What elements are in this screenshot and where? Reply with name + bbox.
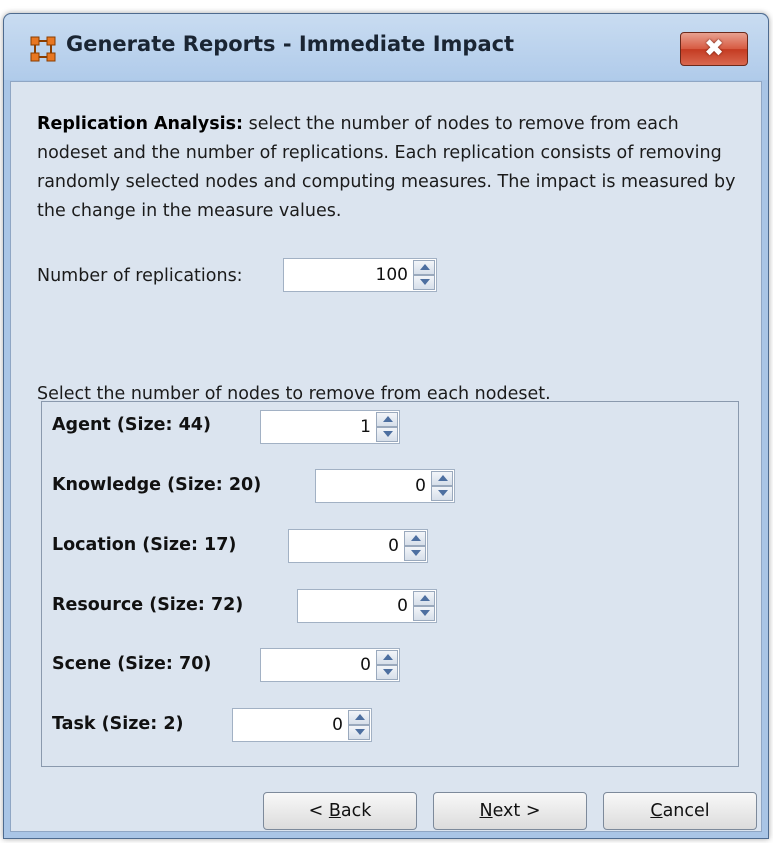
next-mnemonic: N xyxy=(479,801,493,821)
arrow-down-icon[interactable] xyxy=(413,275,435,290)
arrow-down-icon[interactable] xyxy=(404,546,426,561)
back-button[interactable]: < Back xyxy=(263,792,417,830)
nodeset-label-task: Task (Size: 2) xyxy=(52,714,184,734)
back-prefix: < xyxy=(308,801,329,821)
window-title: Generate Reports - Immediate Impact xyxy=(66,32,515,56)
arrow-down-icon[interactable] xyxy=(348,725,370,740)
spinner-value[interactable]: 0 xyxy=(397,590,408,622)
replications-value[interactable]: 100 xyxy=(376,259,408,291)
next-button[interactable]: Next > xyxy=(433,792,587,830)
arrow-up-icon[interactable] xyxy=(431,471,453,486)
arrow-up-icon[interactable] xyxy=(348,710,370,725)
close-icon: ✖ xyxy=(703,34,725,62)
spinner-value[interactable]: 1 xyxy=(360,411,371,443)
description-text: Replication Analysis: select the number … xyxy=(37,110,737,226)
arrow-down-icon[interactable] xyxy=(413,606,435,621)
dialog-window: Generate Reports - Immediate Impact ✖ Re… xyxy=(3,13,769,839)
arrow-up-icon[interactable] xyxy=(404,531,426,546)
title-bar[interactable]: Generate Reports - Immediate Impact ✖ xyxy=(4,14,768,80)
arrow-down-icon[interactable] xyxy=(431,486,453,501)
nodeset-label-agent: Agent (Size: 44) xyxy=(52,415,211,435)
dialog-content: Replication Analysis: select the number … xyxy=(10,81,762,832)
arrow-up-icon[interactable] xyxy=(413,260,435,275)
back-mnemonic: B xyxy=(328,801,341,821)
close-button[interactable]: ✖ xyxy=(680,32,748,66)
spinner-value[interactable]: 0 xyxy=(415,470,426,502)
back-label-rest: ack xyxy=(340,801,372,821)
nodeset-spinner-resource[interactable]: 0 xyxy=(297,589,437,623)
spinner-value[interactable]: 0 xyxy=(332,709,343,741)
nodeset-label-scene: Scene (Size: 70) xyxy=(52,654,212,674)
nodeset-spinner-location[interactable]: 0 xyxy=(288,529,428,563)
cancel-label-rest: ancel xyxy=(662,801,710,821)
nodeset-panel: Agent (Size: 44) 1 Knowledge (Size: 20) … xyxy=(41,401,739,767)
nodeset-spinner-task[interactable]: 0 xyxy=(232,708,372,742)
replications-spinner[interactable]: 100 xyxy=(283,258,437,292)
cancel-mnemonic: C xyxy=(650,801,663,821)
nodeset-label-location: Location (Size: 17) xyxy=(52,535,237,555)
arrow-up-icon[interactable] xyxy=(376,412,398,427)
arrow-up-icon[interactable] xyxy=(376,650,398,665)
arrow-down-icon[interactable] xyxy=(376,427,398,442)
arrow-up-icon[interactable] xyxy=(413,591,435,606)
network-grid-icon xyxy=(30,36,56,62)
cancel-button[interactable]: Cancel xyxy=(603,792,757,830)
description-heading: Replication Analysis: xyxy=(37,114,244,134)
arrow-down-icon[interactable] xyxy=(376,665,398,680)
nodeset-label-resource: Resource (Size: 72) xyxy=(52,595,244,615)
replications-label: Number of replications: xyxy=(37,266,243,286)
nodeset-label-knowledge: Knowledge (Size: 20) xyxy=(52,475,262,495)
nodeset-spinner-knowledge[interactable]: 0 xyxy=(315,469,455,503)
nodeset-spinner-scene[interactable]: 0 xyxy=(260,648,400,682)
nodeset-spinner-agent[interactable]: 1 xyxy=(260,410,400,444)
next-label-rest: ext > xyxy=(492,801,541,821)
spinner-value[interactable]: 0 xyxy=(388,530,399,562)
spinner-value[interactable]: 0 xyxy=(360,649,371,681)
